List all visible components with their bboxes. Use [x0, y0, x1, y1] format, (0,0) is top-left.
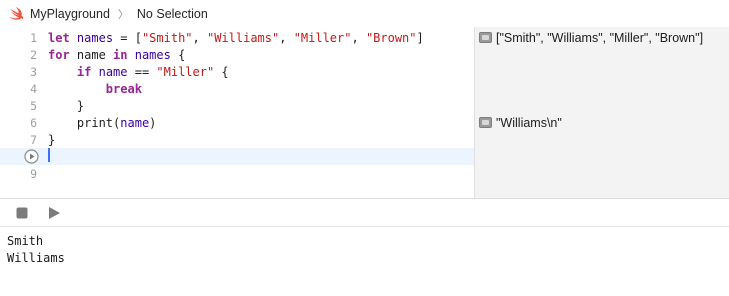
string-literal: "Brown" — [365, 30, 417, 45]
code-text: } — [76, 98, 85, 113]
code-text: ] — [416, 30, 424, 45]
code-text: == — [127, 64, 157, 79]
project-name[interactable]: MyPlayground — [30, 7, 110, 21]
debug-toolbar — [0, 198, 729, 227]
quick-look-icon[interactable] — [479, 32, 492, 43]
stop-button[interactable] — [12, 203, 32, 223]
keyword: let — [48, 30, 70, 45]
result-row[interactable]: "Williams\n" — [479, 114, 562, 131]
string-literal: "Miller" — [156, 64, 215, 79]
quick-look-icon[interactable] — [479, 117, 492, 128]
identifier: name — [98, 64, 128, 79]
code-text: } — [48, 132, 56, 147]
current-code-line[interactable] — [0, 148, 474, 165]
code-line[interactable]: 6 print(name) — [0, 114, 474, 131]
chevron-right-icon: 〉 — [117, 8, 129, 21]
play-circle-icon[interactable] — [23, 149, 40, 164]
line-number: 1 — [30, 30, 37, 45]
code-line[interactable]: 2 for name in names { — [0, 46, 474, 63]
code-text: = [ — [113, 30, 142, 45]
console-output[interactable]: Smith Williams — [0, 227, 729, 296]
text-cursor — [48, 148, 50, 162]
run-button[interactable] — [44, 203, 64, 223]
line-number: 5 — [30, 98, 37, 113]
result-value: ["Smith", "Williams", "Miller", "Brown"] — [496, 30, 704, 45]
console-line: Smith — [7, 234, 44, 248]
result-row[interactable]: ["Smith", "Williams", "Miller", "Brown"] — [479, 29, 703, 46]
swift-icon — [8, 6, 24, 22]
stop-icon — [16, 207, 28, 218]
code-line[interactable]: 3 if name == "Miller" { — [0, 63, 474, 80]
code-text: , — [351, 30, 366, 45]
console-line: Williams — [7, 251, 65, 265]
line-number: 4 — [30, 81, 37, 96]
line-number: 7 — [30, 132, 37, 147]
string-literal: "Miller" — [293, 30, 352, 45]
identifier: name — [120, 115, 150, 130]
code-line[interactable]: 7 } — [0, 131, 474, 148]
keyword: in — [113, 47, 128, 62]
results-sidebar: ["Smith", "Williams", "Miller", "Brown"]… — [474, 27, 729, 198]
breadcrumb: MyPlayground 〉 No Selection — [0, 0, 729, 27]
code-text: print( — [76, 115, 121, 130]
keyword: if — [76, 64, 92, 79]
code-text: , — [279, 30, 294, 45]
code-text: { — [214, 64, 229, 79]
play-icon — [49, 206, 60, 219]
keyword: break — [105, 81, 142, 96]
selection-label[interactable]: No Selection — [137, 7, 208, 21]
code-line[interactable]: 5 } — [0, 97, 474, 114]
code-line[interactable]: 4 break — [0, 80, 474, 97]
line-number: 6 — [30, 115, 37, 130]
line-number: 3 — [30, 64, 37, 79]
code-text: ) — [149, 115, 157, 130]
code-text: { — [170, 47, 186, 62]
string-literal: "Williams" — [206, 30, 280, 45]
code-line[interactable]: 9 — [0, 165, 474, 182]
string-literal: "Smith" — [141, 30, 193, 45]
identifier: names — [76, 30, 114, 45]
code-text: , — [192, 30, 207, 45]
identifier: names — [134, 47, 171, 62]
result-value: "Williams\n" — [496, 115, 562, 130]
keyword: for — [48, 47, 70, 62]
code-editor[interactable]: 1 let names = ["Smith", "Williams", "Mil… — [0, 27, 474, 198]
line-number: 2 — [30, 47, 37, 62]
code-text: name — [69, 47, 114, 62]
code-line[interactable]: 1 let names = ["Smith", "Williams", "Mil… — [0, 29, 474, 46]
line-number: 9 — [30, 166, 37, 181]
